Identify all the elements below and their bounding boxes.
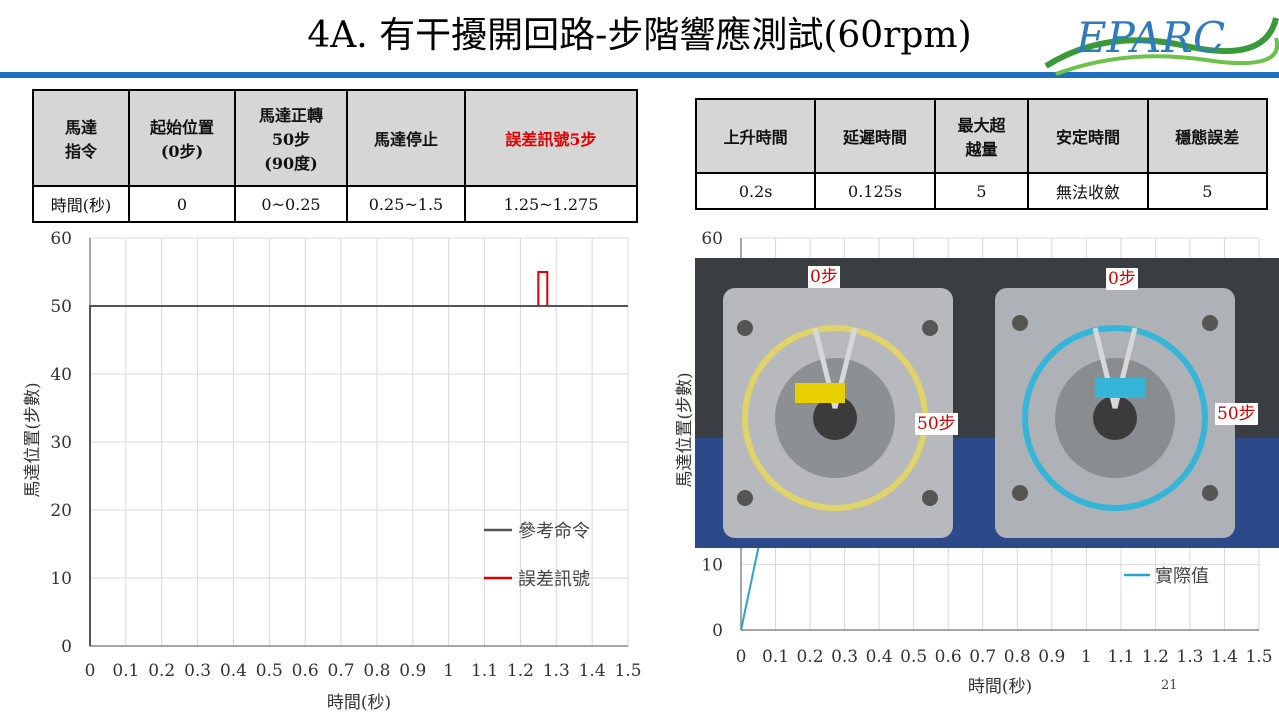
y-tick-label: 30 [50, 433, 72, 453]
x-tick-label: 0.3 [831, 647, 858, 667]
legend-label: 實際值 [1155, 566, 1209, 587]
x-tick-label: 1.3 [543, 661, 570, 681]
series-line [89, 305, 628, 646]
y-tick-label: 50 [50, 297, 72, 317]
photo-label-50step-right: 50步 [1215, 403, 1258, 425]
photo-label-0step-right: 0步 [1106, 268, 1138, 290]
y-tick-label: 60 [701, 229, 723, 249]
x-tick-label: 0.2 [797, 647, 824, 667]
y-tick-label: 10 [50, 569, 72, 589]
x-tick-label: 0.9 [1038, 647, 1065, 667]
y-tick-label: 20 [50, 501, 72, 521]
x-axis-title: 時間(秒) [968, 677, 1032, 697]
x-tick-label: 0.4 [220, 661, 247, 681]
legend-label: 參考命令 [518, 521, 590, 542]
x-tick-label: 0.6 [935, 647, 962, 667]
x-tick-label: 0 [85, 661, 96, 681]
x-tick-label: 1.1 [471, 661, 498, 681]
x-tick-label: 0.3 [184, 661, 211, 681]
x-tick-label: 0.9 [399, 661, 426, 681]
x-tick-label: 1.2 [507, 661, 534, 681]
x-tick-label: 1 [1081, 647, 1092, 667]
x-tick-label: 0.2 [148, 661, 175, 681]
x-tick-label: 0.1 [112, 661, 139, 681]
x-tick-label: 0.5 [256, 661, 283, 681]
photo-label-0step-left: 0步 [808, 266, 840, 288]
x-tick-label: 0.4 [866, 647, 893, 667]
x-tick-label: 1.3 [1176, 647, 1203, 667]
x-tick-label: 0.7 [328, 661, 355, 681]
x-tick-label: 0.5 [900, 647, 927, 667]
x-tick-label: 0.6 [292, 661, 319, 681]
photo-label-50step-left: 50步 [915, 413, 958, 435]
y-tick-label: 40 [50, 365, 72, 385]
x-tick-label: 1.4 [579, 661, 606, 681]
series-line [537, 271, 549, 306]
x-tick-label: 1.2 [1142, 647, 1169, 667]
x-tick-label: 0.8 [363, 661, 390, 681]
legend-label: 誤差訊號 [518, 569, 590, 590]
motor-photo: 0步 0步 50步 50步 [695, 258, 1279, 548]
y-axis-title: 馬達位置(步數) [675, 372, 695, 487]
x-tick-label: 0.1 [762, 647, 789, 667]
x-tick-label: 1.4 [1211, 647, 1238, 667]
x-tick-label: 1.5 [1245, 647, 1272, 667]
page-number: 21 [1161, 678, 1178, 693]
y-axis-title: 馬達位置(步數) [23, 382, 43, 497]
x-axis-title: 時間(秒) [327, 693, 391, 713]
y-tick-label: 0 [712, 621, 723, 641]
motor-photo-image [695, 258, 1279, 548]
x-tick-label: 1.5 [614, 661, 641, 681]
x-tick-label: 1 [443, 661, 454, 681]
x-tick-label: 0.7 [969, 647, 996, 667]
y-tick-label: 0 [61, 637, 72, 657]
x-tick-label: 0 [736, 647, 747, 667]
y-tick-label: 60 [50, 229, 72, 249]
y-tick-label: 10 [701, 556, 723, 576]
x-tick-label: 0.8 [1004, 647, 1031, 667]
x-tick-label: 1.1 [1107, 647, 1134, 667]
